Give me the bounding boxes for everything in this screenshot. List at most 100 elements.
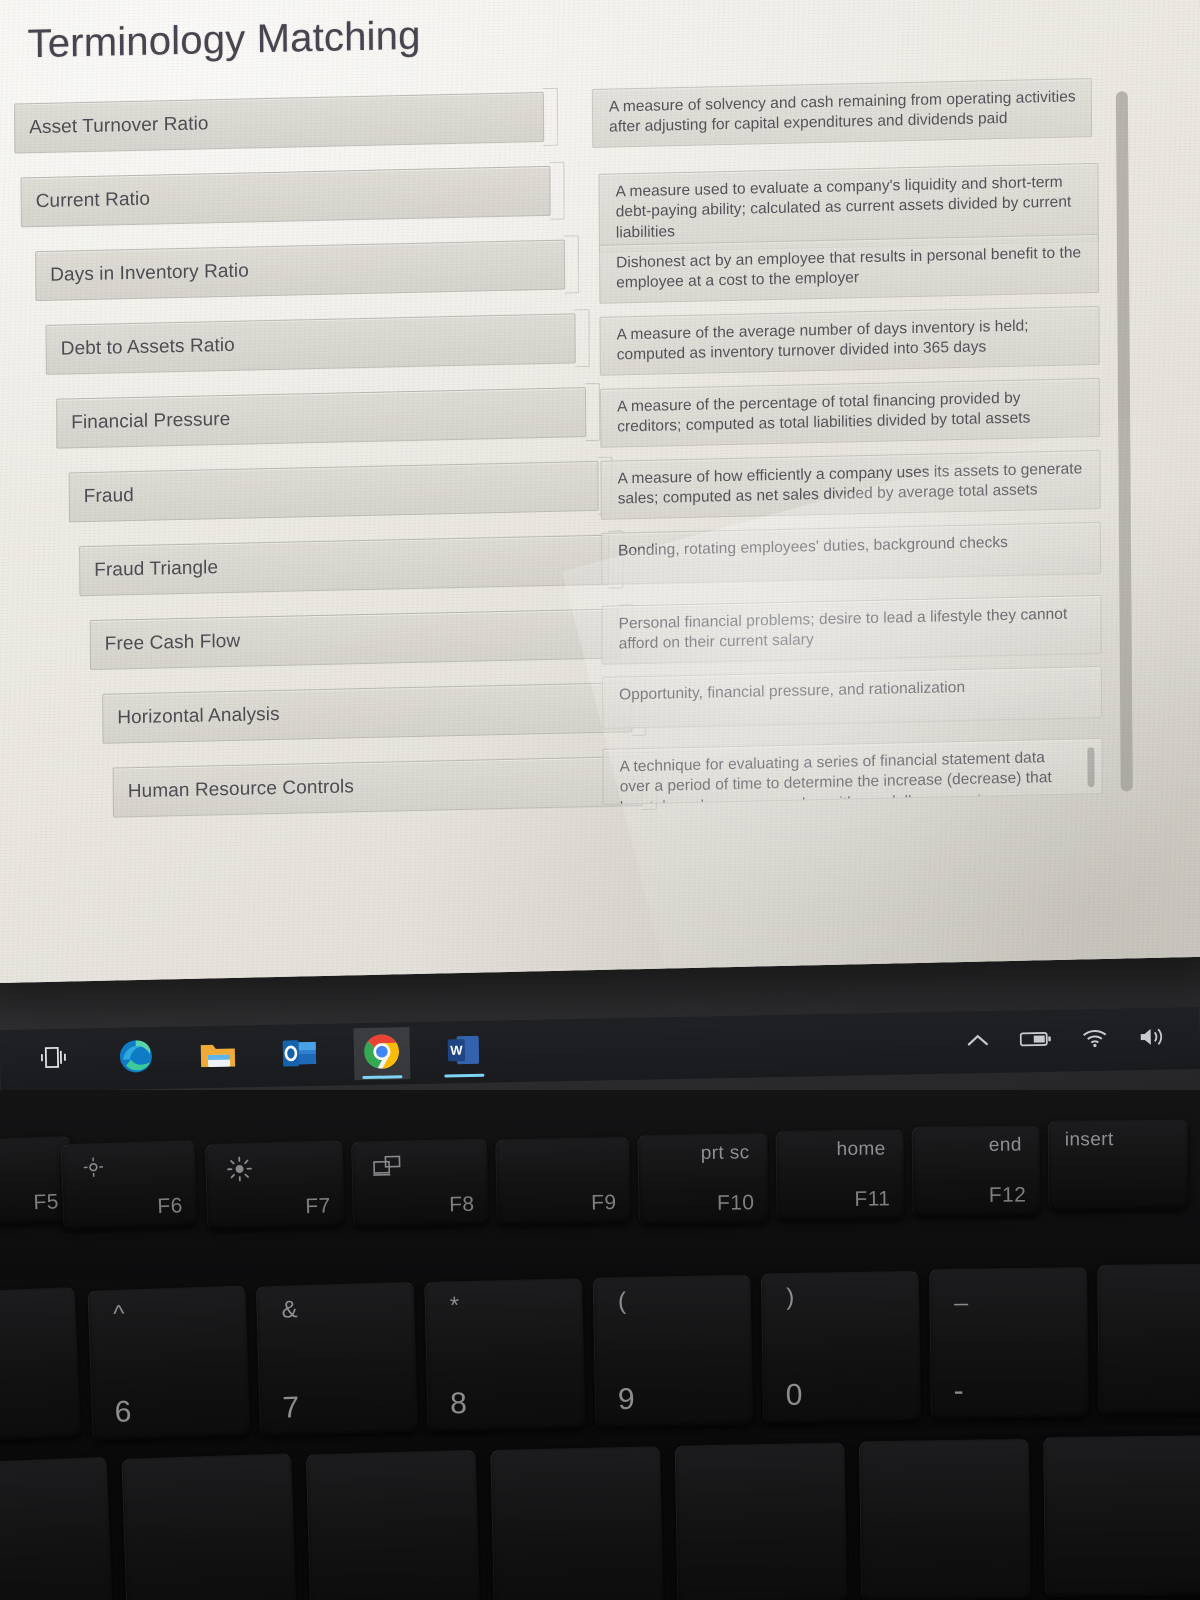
taskbar-item-microsoft-edge[interactable] <box>107 1032 164 1085</box>
key-f6[interactable]: F6 <box>60 1139 198 1231</box>
term-label: Fraud Triangle <box>94 557 219 581</box>
key-label: 0 <box>785 1378 803 1412</box>
speaker-icon[interactable] <box>1138 1025 1167 1053</box>
term-label: Human Resource Controls <box>127 776 354 803</box>
key-row-partial-3[interactable] <box>305 1449 481 1600</box>
term-label: Asset Turnover Ratio <box>29 113 209 139</box>
laptop-photo-scene: Terminology Matching Asset Turnover Rati… <box>0 0 1200 1600</box>
term-dropdown[interactable]: Horizontal Analysis <box>102 682 633 744</box>
key-row-partial-2[interactable] <box>121 1453 297 1600</box>
matching-row: Fraud A measure of how efficiently a com… <box>68 449 1113 535</box>
key-label-secondary: end <box>988 1134 1022 1156</box>
taskbar-item-google-chrome[interactable] <box>353 1027 411 1081</box>
key-insert[interactable]: insert <box>1047 1119 1189 1211</box>
key-row-partial-4[interactable] <box>490 1446 664 1600</box>
key-label: 9 <box>617 1382 635 1417</box>
key-minus[interactable]: _ - <box>929 1267 1089 1419</box>
matching-row: Asset Turnover Ratio A measure of solven… <box>14 78 1110 166</box>
key-9[interactable]: ( 9 <box>592 1274 754 1428</box>
key-label: 6 <box>114 1395 132 1429</box>
taskbar-item-outlook[interactable] <box>271 1029 328 1082</box>
key-6[interactable]: ^ 6 <box>87 1285 251 1441</box>
key-row-partial-1[interactable] <box>0 1456 114 1600</box>
key-label: F9 <box>590 1190 617 1215</box>
key-5[interactable]: % 5 <box>0 1286 82 1444</box>
term-dropdown[interactable]: Human Resource Controls <box>112 755 643 818</box>
term-label: Free Cash Flow <box>104 630 241 655</box>
wifi-icon[interactable] <box>1082 1027 1108 1052</box>
key-8[interactable]: * 8 <box>424 1278 586 1432</box>
key-label-shift: * <box>449 1292 460 1320</box>
key-label: F6 <box>157 1194 184 1219</box>
key-row-partial-7[interactable] <box>1043 1435 1200 1597</box>
taskbar-item-microsoft-word[interactable]: W <box>435 1026 492 1079</box>
key-equals[interactable] <box>1097 1263 1200 1415</box>
term-dropdown[interactable]: Asset Turnover Ratio <box>14 91 545 154</box>
key-f8[interactable]: F8 <box>351 1138 489 1228</box>
key-row-partial-5[interactable] <box>674 1442 848 1600</box>
laptop-keyboard: F5 F6 F7 F8 F9 prt sc F10 home F11 end F… <box>0 1090 1200 1600</box>
term-dropdown[interactable]: Fraud Triangle <box>79 534 610 597</box>
matching-exercise: Asset Turnover Ratio A measure of solven… <box>10 78 1133 832</box>
key-f11[interactable]: home F11 <box>775 1129 905 1221</box>
term-label: Days in Inventory Ratio <box>50 260 249 286</box>
definition-scrollbar-thumb[interactable] <box>1087 747 1095 788</box>
key-f7[interactable]: F7 <box>204 1140 346 1230</box>
key-label-shift: & <box>281 1296 298 1324</box>
definition-box: Bonding, rotating employees' duties, bac… <box>600 521 1102 585</box>
definition-text: Bonding, rotating employees' duties, bac… <box>618 533 1008 560</box>
battery-icon[interactable] <box>1019 1029 1052 1053</box>
definition-box: A measure of how efficiently a company u… <box>600 449 1101 520</box>
term-dropdown[interactable]: Days in Inventory Ratio <box>35 239 566 302</box>
brightness-down-icon <box>82 1156 105 1185</box>
term-dropdown[interactable]: Debt to Assets Ratio <box>45 313 576 375</box>
brightness-up-icon <box>226 1156 253 1189</box>
quiz-page: Terminology Matching Asset Turnover Rati… <box>9 0 1164 844</box>
key-row-partial-6[interactable] <box>858 1438 1032 1600</box>
key-0[interactable]: ) 0 <box>760 1270 922 1424</box>
definition-text: A measure of the average number of days … <box>616 317 1029 364</box>
matching-row: Current Ratio A measure used to evaluate… <box>20 154 1111 254</box>
definition-box: A measure of the percentage of total fin… <box>599 377 1101 448</box>
page-scrollbar-thumb[interactable] <box>1115 91 1133 792</box>
term-label: Financial Pressure <box>71 408 231 434</box>
folder-icon <box>199 1038 238 1076</box>
edge-icon <box>117 1037 156 1081</box>
taskbar-item-file-explorer[interactable] <box>189 1030 246 1083</box>
key-label-shift: ( <box>617 1287 627 1316</box>
key-label-secondary: insert <box>1064 1129 1114 1151</box>
term-dropdown[interactable]: Current Ratio <box>20 165 551 228</box>
definition-box: A measure of the average number of days … <box>599 305 1100 376</box>
project-display-icon <box>372 1153 403 1186</box>
matching-row: Days in Inventory Ratio Dishonest act by… <box>35 228 1111 313</box>
definition-text: Dishonest act by an employee that result… <box>616 244 1082 292</box>
term-dropdown[interactable]: Free Cash Flow <box>89 608 620 671</box>
key-label: F11 <box>854 1187 891 1211</box>
definition-box: A technique for evaluating a series of f… <box>602 737 1103 805</box>
definition-box: Personal financial problems; desire to l… <box>601 594 1102 665</box>
key-label: F5 <box>33 1190 60 1215</box>
taskbar-item-task-view[interactable] <box>25 1033 82 1086</box>
key-7[interactable]: & 7 <box>255 1281 419 1437</box>
key-label: 7 <box>281 1391 300 1425</box>
key-label: F12 <box>988 1183 1027 1207</box>
task-view-icon <box>40 1044 69 1076</box>
page-title: Terminology Matching <box>27 13 421 67</box>
term-dropdown[interactable]: Financial Pressure <box>56 387 587 449</box>
key-label-shift: ^ <box>112 1300 126 1328</box>
key-label: F7 <box>304 1194 331 1219</box>
chevron-up-icon[interactable] <box>966 1031 990 1052</box>
key-f9[interactable]: F9 <box>495 1136 631 1226</box>
key-label: F8 <box>448 1192 475 1217</box>
key-label-secondary: home <box>836 1138 886 1161</box>
key-label: 8 <box>449 1386 468 1421</box>
term-label: Current Ratio <box>35 188 151 213</box>
term-dropdown[interactable]: Fraud <box>68 460 599 523</box>
key-f10[interactable]: prt sc F10 <box>637 1132 769 1226</box>
laptop-screen: Terminology Matching Asset Turnover Rati… <box>0 0 1200 984</box>
key-label-shift: ) <box>786 1283 795 1311</box>
key-f12[interactable]: end F12 <box>911 1125 1041 1217</box>
svg-text:W: W <box>450 1042 463 1057</box>
outlook-icon <box>281 1036 320 1074</box>
definition-text: A technique for evaluating a series of f… <box>619 749 1052 805</box>
